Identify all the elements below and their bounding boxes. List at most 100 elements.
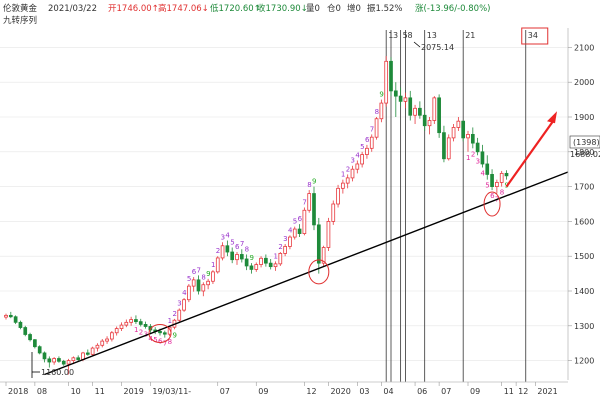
sequence-number: 3 bbox=[177, 299, 181, 307]
candle-body bbox=[143, 324, 148, 327]
sequence-number: 2 bbox=[278, 243, 282, 251]
price-tick-label: 1200 bbox=[574, 357, 594, 366]
candle-body bbox=[312, 193, 316, 226]
fib-label: 21 bbox=[465, 31, 475, 40]
sequence-number: 2 bbox=[346, 165, 350, 173]
candle-body bbox=[105, 338, 109, 342]
sequence-number: 2 bbox=[139, 328, 143, 336]
candle-body bbox=[33, 339, 37, 348]
sequence-number: 1 bbox=[274, 252, 278, 260]
sequence-number: 3 bbox=[221, 233, 225, 241]
candle-body bbox=[437, 97, 441, 134]
sequence-number: 4 bbox=[288, 226, 293, 234]
candle-body bbox=[292, 228, 297, 238]
chart-background bbox=[0, 0, 600, 400]
candle-body bbox=[100, 340, 105, 346]
candle-body bbox=[283, 246, 287, 254]
candle-body bbox=[461, 120, 466, 139]
fib-label: 3 bbox=[393, 31, 398, 40]
candle-body bbox=[162, 332, 167, 335]
sequence-number: 7 bbox=[240, 240, 244, 248]
price-tick-label: 2000 bbox=[574, 78, 594, 87]
candle-body bbox=[470, 133, 475, 144]
date-tick-label: 12 bbox=[518, 387, 528, 396]
candle-body bbox=[273, 263, 278, 268]
price-tick-label: 2100 bbox=[574, 43, 594, 52]
candle-body bbox=[215, 257, 220, 273]
sequence-number: 6 bbox=[298, 215, 303, 223]
date-tick-label: 11 bbox=[504, 387, 514, 396]
candle-body bbox=[475, 142, 480, 153]
sequence-number: 3 bbox=[476, 157, 480, 165]
candle-body bbox=[201, 284, 206, 292]
sequence-number: 5 bbox=[485, 182, 489, 190]
low-price: 低1720.60↑ bbox=[210, 3, 261, 14]
date-tick-label: 09 bbox=[470, 387, 480, 396]
candle-body bbox=[341, 182, 345, 189]
high-price: 高1747.06↓ bbox=[158, 3, 209, 14]
sequence-number: 9 bbox=[206, 270, 210, 278]
candle-body bbox=[418, 107, 422, 116]
date-tick-label: 08 bbox=[37, 387, 47, 396]
candle-body bbox=[379, 102, 384, 120]
date-tick-label: 19/03/11- bbox=[152, 387, 191, 396]
date-tick-label: 10 bbox=[71, 387, 81, 396]
fib-label: 13 bbox=[427, 31, 437, 40]
candle-body bbox=[119, 324, 124, 329]
candle-body bbox=[485, 163, 490, 175]
candle-body bbox=[187, 285, 191, 301]
candle-body bbox=[384, 60, 389, 104]
candle-body bbox=[389, 60, 393, 92]
close-price: 收1730.90↓ bbox=[257, 3, 308, 14]
sequence-number: 1 bbox=[134, 326, 138, 334]
candle-body bbox=[432, 97, 437, 121]
candle-body bbox=[239, 254, 244, 260]
candle-body bbox=[47, 358, 52, 363]
sequence-number: 8 bbox=[201, 273, 205, 281]
candle-body bbox=[302, 209, 307, 234]
sequence-number: 9 bbox=[249, 254, 253, 262]
sequence-number: 3 bbox=[283, 235, 287, 243]
candle-body bbox=[446, 137, 451, 160]
sequence-number: 8 bbox=[307, 181, 311, 189]
sequence-number: 6 bbox=[365, 136, 370, 144]
candle-body bbox=[451, 127, 456, 139]
candle-body bbox=[110, 332, 114, 340]
candle-body bbox=[71, 357, 76, 362]
candle-body bbox=[398, 95, 403, 102]
sequence-number: 7 bbox=[302, 198, 306, 206]
sequence-number: 5 bbox=[230, 239, 234, 247]
candle-body bbox=[297, 228, 302, 234]
candlestick-chart: 伦敦黄金 2021/03/22 开1746.00↑ 高1747.06↓ 低172… bbox=[0, 0, 600, 400]
candle-body bbox=[422, 114, 427, 127]
increase-label: 增0 bbox=[347, 3, 361, 14]
candle-body bbox=[495, 182, 499, 187]
candle-body bbox=[85, 352, 90, 355]
candle-body bbox=[235, 254, 239, 261]
sequence-number: 4 bbox=[355, 152, 360, 160]
candle-body bbox=[95, 344, 100, 349]
sequence-number: 1 bbox=[341, 171, 345, 179]
quote-date: 2021/03/22 bbox=[48, 4, 97, 14]
date-tick-label: 2020 bbox=[330, 387, 350, 396]
candle-body bbox=[191, 279, 196, 287]
price-tick-label: 1600 bbox=[574, 217, 594, 226]
candle-body bbox=[28, 334, 32, 341]
candle-body bbox=[345, 177, 350, 184]
candle-body bbox=[259, 257, 263, 265]
fib-label: 34 bbox=[528, 31, 538, 40]
sequence-number: 8 bbox=[500, 189, 504, 197]
sequence-number: 2 bbox=[172, 310, 176, 318]
candle-body bbox=[369, 136, 374, 149]
price-tick-label: 1400 bbox=[574, 287, 594, 296]
candle-body bbox=[37, 346, 42, 354]
position-label: 仓0 bbox=[327, 3, 341, 14]
indicator-label: 九转序列 bbox=[3, 15, 37, 26]
sequence-number: 5 bbox=[293, 218, 297, 226]
candle-body bbox=[4, 314, 8, 318]
sequence-number: 9 bbox=[379, 91, 383, 99]
trend-label: (1398) bbox=[573, 138, 600, 147]
candle-body bbox=[499, 172, 504, 183]
date-tick-label: 2018 bbox=[8, 387, 28, 396]
sequence-number: 1 bbox=[211, 261, 215, 269]
